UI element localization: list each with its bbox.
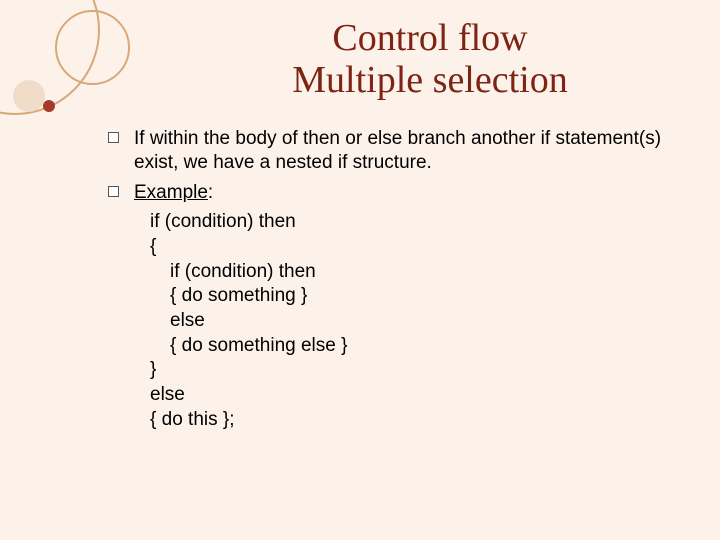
code-line-4: else: [150, 309, 668, 334]
deco-circle-medium: [55, 10, 130, 85]
slide-title: Control flow Multiple selection: [200, 18, 660, 102]
code-line-5: { do something else }: [150, 334, 668, 359]
bullet-2-label: Example: [134, 182, 208, 203]
slide-body: If within the body of then or else branc…: [108, 127, 668, 432]
bullet-2: Example:: [108, 181, 668, 205]
code-line-2: if (condition) then: [150, 260, 668, 285]
code-line-8: { do this };: [150, 408, 668, 433]
bullet-1-code-else: else: [367, 128, 402, 149]
bullet-1-code-then: then: [303, 128, 340, 149]
deco-circle-dot: [43, 100, 55, 112]
code-line-7: else: [150, 383, 668, 408]
code-line-6: }: [150, 358, 668, 383]
code-line-1: {: [150, 235, 668, 260]
title-line-2: Multiple selection: [292, 59, 567, 101]
bullet-1-part-2: or: [345, 128, 367, 149]
deco-circle-small: [13, 80, 45, 112]
bullet-1: If within the body of then or else branc…: [108, 127, 668, 175]
bullet-2-colon: :: [208, 182, 213, 203]
code-line-0: if (condition) then: [150, 210, 668, 235]
code-line-3: { do something }: [150, 284, 668, 309]
title-line-1: Control flow: [332, 17, 527, 59]
bullet-1-part-1: If within the body of: [134, 128, 303, 149]
code-example: if (condition) then { if (condition) the…: [150, 210, 668, 432]
